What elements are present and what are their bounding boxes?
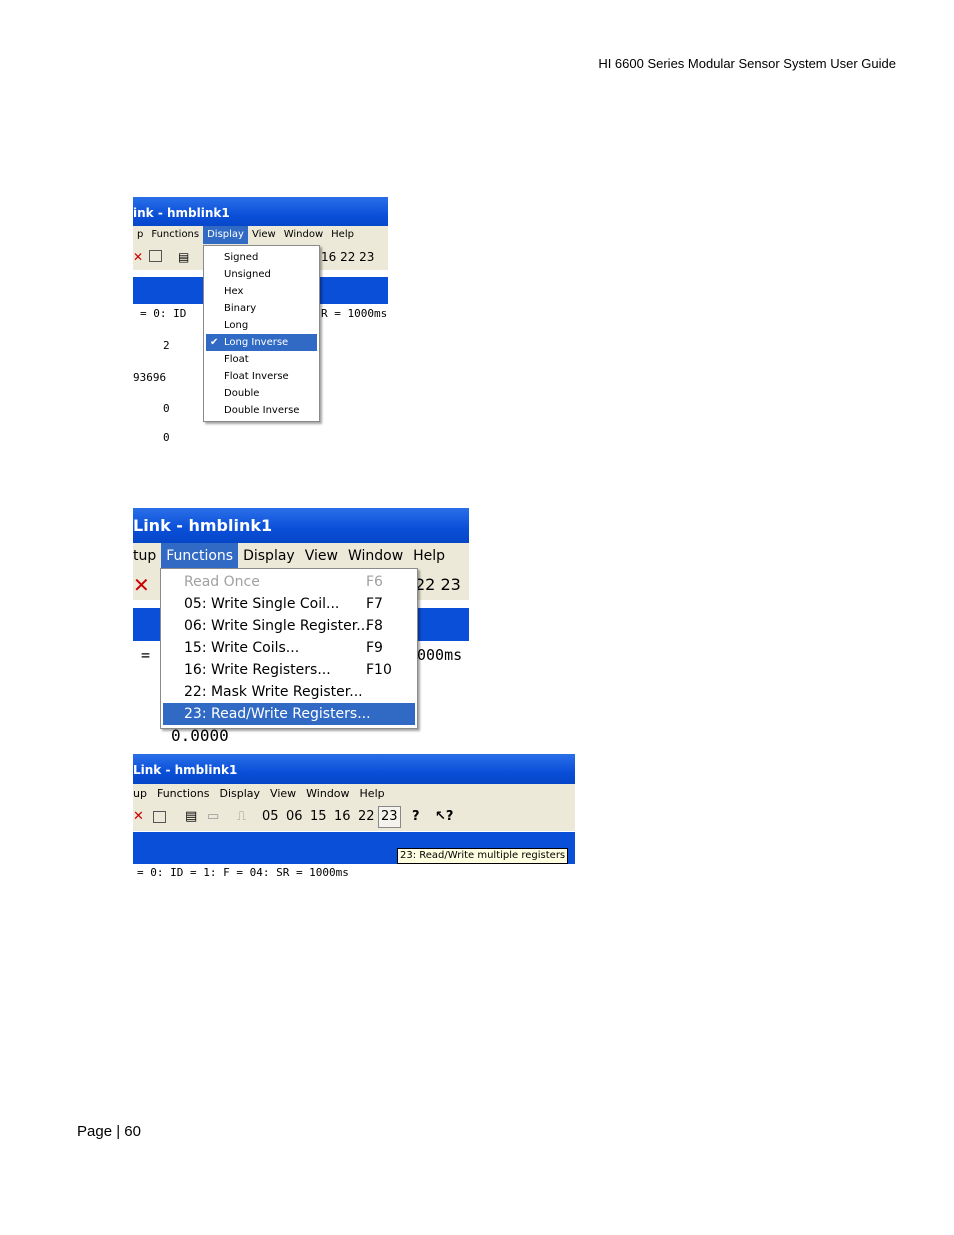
function-05-button[interactable]: 05	[262, 803, 279, 831]
close-icon[interactable]: ✕	[133, 803, 144, 831]
menu-bar: p Functions Display View Window Help	[133, 226, 388, 244]
context-help-icon[interactable]: ↖?	[435, 803, 453, 831]
menu-item-shortcut: F6	[366, 574, 383, 590]
printer-icon[interactable]: ▭	[207, 803, 219, 831]
menu-view[interactable]: View	[300, 543, 343, 570]
menu-bar: up Functions Display View Window Help	[133, 784, 575, 803]
menu-setup[interactable]: tup	[133, 543, 161, 570]
menu-item-read-write-registers[interactable]: 23: Read/Write Registers...	[163, 703, 415, 725]
menu-display[interactable]: Display	[238, 543, 300, 570]
menu-window[interactable]: Window	[280, 226, 327, 244]
page-number: Page | 60	[77, 1123, 141, 1140]
menu-bar: tup Functions Display View Window Help	[133, 543, 469, 570]
function-number-buttons[interactable]: 16 22 23	[321, 244, 374, 270]
menu-item-write-single-register[interactable]: 06: Write Single Register... F8	[163, 615, 415, 637]
menu-window[interactable]: Window	[343, 543, 408, 570]
value-row: 0	[163, 402, 170, 415]
menu-item-label: Long Inverse	[224, 337, 289, 348]
menu-item-label: 05: Write Single Coil...	[184, 596, 340, 612]
status-right: 000ms	[417, 646, 463, 664]
tooltip: 23: Read/Write multiple registers	[397, 848, 569, 864]
menu-view[interactable]: View	[248, 226, 280, 244]
status-left: = 0: ID	[140, 307, 187, 320]
status-line: = 0: ID = 1: F = 04: SR = 1000ms	[137, 866, 349, 879]
menu-item-double-inverse[interactable]: Double Inverse	[206, 402, 317, 419]
menu-item-write-coils[interactable]: 15: Write Coils... F9	[163, 637, 415, 659]
help-icon[interactable]: ?	[412, 803, 420, 831]
menu-item-write-single-coil[interactable]: 05: Write Single Coil... F7	[163, 593, 415, 615]
page-header: HI 6600 Series Modular Sensor System Use…	[598, 56, 896, 71]
function-15-button[interactable]: 15	[310, 803, 327, 831]
window-icon[interactable]	[149, 250, 162, 262]
menu-item-label: 23: Read/Write Registers...	[184, 706, 371, 722]
menu-item-write-registers[interactable]: 16: Write Registers... F10	[163, 659, 415, 681]
menu-item-hex[interactable]: Hex	[206, 283, 317, 300]
value-row: 0	[163, 431, 170, 442]
window-title: Link - hmblink1	[133, 508, 469, 543]
menu-item-label: 06: Write Single Register...	[184, 618, 370, 634]
menu-item-signed[interactable]: Signed	[206, 249, 317, 266]
menu-item-shortcut: F7	[366, 596, 383, 612]
function-06-button[interactable]: 06	[286, 803, 303, 831]
close-icon[interactable]: ✕	[133, 570, 150, 600]
menu-setup[interactable]: p	[133, 226, 147, 244]
menu-functions[interactable]: Functions	[147, 226, 203, 244]
window-icon[interactable]	[153, 811, 166, 823]
display-menu-screenshot: ink - hmblink1 p Functions Display View Wind…	[133, 197, 388, 442]
menu-display[interactable]: Display	[215, 784, 266, 803]
value-row: 93696	[133, 371, 167, 384]
window-title: Link - hmblink1	[133, 754, 575, 784]
menu-help[interactable]: Help	[327, 226, 358, 244]
menu-item-double[interactable]: Double	[206, 385, 317, 402]
function-number-buttons[interactable]: 22 23	[415, 570, 461, 600]
window-title: ink - hmblink1	[133, 197, 388, 228]
menu-item-label: 22: Mask Write Register...	[184, 684, 363, 700]
menu-item-mask-write-register[interactable]: 22: Mask Write Register...	[163, 681, 415, 703]
menu-item-label: 16: Write Registers...	[184, 662, 331, 678]
value-row: 2	[163, 339, 170, 352]
menu-item-label: 15: Write Coils...	[184, 640, 300, 656]
menu-window[interactable]: Window	[301, 784, 354, 803]
menu-item-shortcut: F9	[366, 640, 383, 656]
menu-item-float[interactable]: Float	[206, 351, 317, 368]
close-icon[interactable]: ✕	[133, 244, 143, 270]
menu-item-long[interactable]: Long	[206, 317, 317, 334]
menu-setup[interactable]: up	[133, 784, 152, 803]
pulse-icon[interactable]: ⎍	[237, 803, 246, 831]
menu-item-unsigned[interactable]: Unsigned	[206, 266, 317, 283]
menu-view[interactable]: View	[265, 784, 301, 803]
menu-item-label: Read Once	[184, 574, 260, 590]
status-right: R = 1000ms	[321, 307, 388, 320]
menu-item-long-inverse[interactable]: ✔ Long Inverse	[206, 334, 317, 351]
function-22-button[interactable]: 22	[358, 803, 375, 831]
monitor-icon[interactable]: ▤	[178, 244, 189, 270]
display-dropdown: Signed Unsigned Hex Binary Long ✔ Long In…	[203, 245, 320, 422]
status-left: =	[141, 646, 151, 664]
toolbar-tooltip-screenshot: Link - hmblink1 up Functions Display View Wi…	[133, 754, 575, 885]
function-16-button[interactable]: 16	[334, 803, 351, 831]
menu-item-binary[interactable]: Binary	[206, 300, 317, 317]
menu-display[interactable]: Display	[203, 226, 248, 244]
functions-menu-screenshot: Link - hmblink1 tup Functions Display View W…	[133, 508, 469, 742]
menu-item-shortcut: F10	[366, 662, 392, 678]
menu-functions[interactable]: Functions	[161, 543, 239, 570]
menu-item-shortcut: F8	[366, 618, 383, 634]
toolbar: ✕ ▤ ▭ ⎍ 05 06 15 16 22 23 ? ↖?	[133, 803, 575, 831]
menu-item-float-inverse[interactable]: Float Inverse	[206, 368, 317, 385]
menu-help[interactable]: Help	[355, 784, 390, 803]
functions-dropdown: Read Once F6 05: Write Single Coil... F7 0…	[160, 568, 418, 729]
menu-help[interactable]: Help	[408, 543, 450, 570]
monitor-icon[interactable]: ▤	[185, 803, 197, 831]
menu-item-read-once: Read Once F6	[163, 571, 415, 593]
function-23-button[interactable]: 23	[378, 806, 401, 828]
menu-functions[interactable]: Functions	[152, 784, 215, 803]
check-icon: ✔	[210, 337, 219, 348]
